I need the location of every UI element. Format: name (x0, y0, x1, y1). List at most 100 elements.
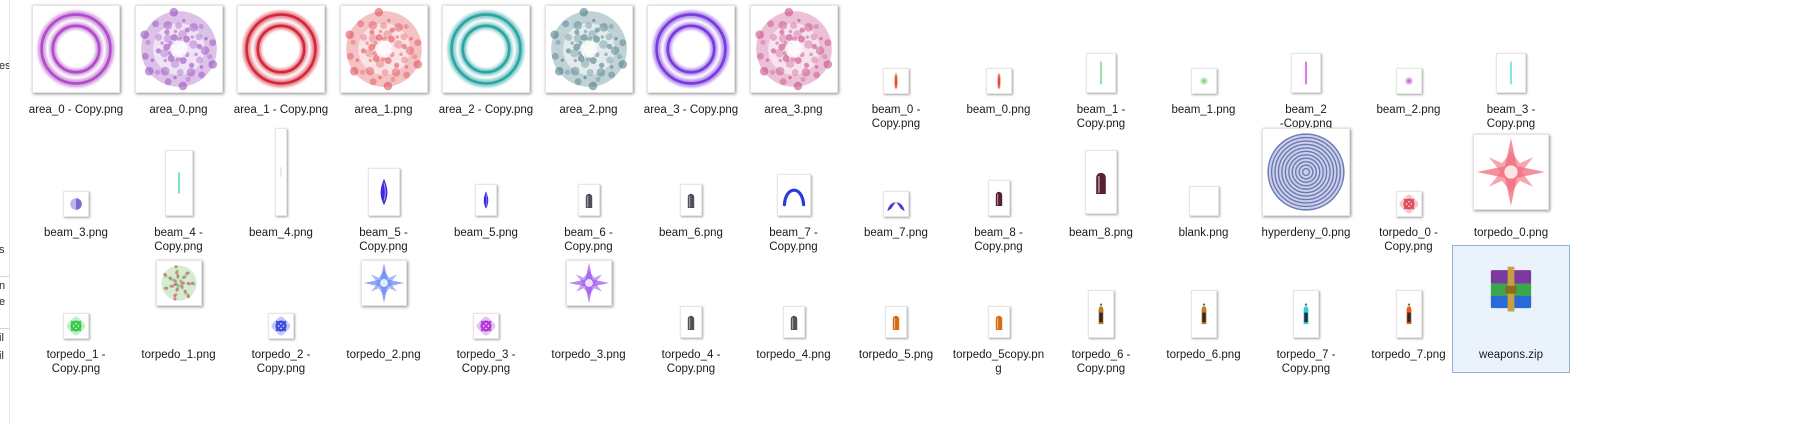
area-swirl-icon (134, 5, 223, 93)
file-item[interactable]: beam_3.png (17, 123, 135, 251)
file-name-label: area_1 - Copy.png (233, 104, 329, 116)
file-name-label: torpedo_2.png (346, 349, 421, 361)
file-item[interactable]: torpedo_3 - Copy.png (427, 245, 545, 375)
file-item[interactable]: beam_5.png (427, 123, 545, 251)
file-name-label: blank.png (1178, 227, 1229, 239)
file-item[interactable]: area_1 - Copy.png (222, 0, 340, 128)
file-item[interactable]: hyperdeny_0.png (1247, 123, 1365, 251)
file-item[interactable]: beam_2 -Copy.png (1247, 0, 1365, 130)
nav-item-fragment[interactable]: es (0, 60, 9, 72)
file-name-label: beam_5.png (454, 227, 518, 239)
torpedo-burst-icon (155, 260, 202, 306)
beam-line-icon (164, 150, 193, 216)
file-name-label: area_0 - Copy.png (28, 104, 124, 116)
area-ring-icon (32, 5, 120, 93)
file-item[interactable]: area_2.png (530, 0, 648, 128)
navigation-pane: es s ne il il (0, 0, 10, 424)
file-item[interactable]: blank.png (1145, 123, 1263, 251)
area-ring-icon (647, 5, 735, 93)
file-item[interactable]: beam_1 - Copy.png (1042, 0, 1160, 130)
blank-icon (1188, 186, 1219, 216)
file-item[interactable]: torpedo_1.png (120, 245, 238, 373)
area-ring-icon (237, 5, 325, 93)
beam-line-icon (1086, 53, 1116, 93)
file-name-label: beam_2.png (1376, 104, 1441, 116)
file-item[interactable]: beam_7.png (837, 123, 955, 251)
nav-divider (0, 328, 9, 329)
file-item[interactable]: beam_7 - Copy.png (735, 123, 853, 253)
file-name-label: beam_8.png (1069, 227, 1133, 239)
bullet-icon (680, 184, 702, 216)
file-item[interactable]: torpedo_0.png (1452, 123, 1570, 251)
beam-streak-icon (883, 68, 909, 94)
file-name-label: beam_4.png (249, 227, 313, 239)
file-item[interactable]: torpedo_7.png (1350, 245, 1468, 373)
file-name-label: torpedo_6 - Copy.png (1071, 349, 1131, 375)
bullet-icon (1085, 150, 1117, 214)
bullet-icon (987, 306, 1010, 338)
file-name-label: torpedo_7 - Copy.png (1276, 349, 1336, 375)
file-name-label: torpedo_3.png (551, 349, 626, 361)
file-item[interactable]: area_0 - Copy.png (17, 0, 135, 128)
file-item[interactable]: beam_8 - Copy.png (940, 123, 1058, 253)
file-item[interactable]: torpedo_2.png (325, 245, 443, 373)
file-name-label: torpedo_4 - Copy.png (661, 349, 721, 375)
file-name-label: torpedo_1.png (141, 349, 216, 361)
beam-dot-icon (1395, 68, 1422, 94)
file-item[interactable]: beam_2.png (1350, 0, 1468, 128)
file-item[interactable]: beam_6.png (632, 123, 750, 251)
file-item[interactable]: weapons.zip (1452, 245, 1570, 373)
nav-item-fragment[interactable]: e (0, 296, 5, 308)
file-item[interactable]: torpedo_0 - Copy.png (1350, 123, 1468, 253)
file-item[interactable]: beam_4.png (222, 123, 340, 251)
file-item[interactable]: beam_8.png (1042, 123, 1160, 251)
file-item[interactable]: area_1.png (325, 0, 443, 128)
file-item[interactable]: torpedo_6.png (1145, 245, 1263, 373)
beam-arc-icon (776, 174, 811, 216)
beam-line-icon (1291, 53, 1321, 93)
bullet-icon (782, 306, 805, 338)
file-item[interactable]: beam_5 - Copy.png (325, 123, 443, 253)
bullet-icon (577, 184, 600, 216)
file-item[interactable]: torpedo_4 - Copy.png (632, 245, 750, 375)
file-name-label: area_0.png (149, 104, 208, 116)
area-swirl-icon (749, 5, 838, 93)
nav-item-fragment[interactable]: s (0, 244, 5, 256)
file-item[interactable]: torpedo_5.png (837, 245, 955, 373)
beam-long-icon (275, 128, 287, 216)
area-ring-icon (442, 5, 530, 93)
file-name-label: weapons.zip (1479, 349, 1543, 361)
file-item[interactable]: beam_3 - Copy.png (1452, 0, 1570, 130)
file-item[interactable]: torpedo_1 - Copy.png (17, 245, 135, 375)
nav-item-fragment[interactable]: il (0, 332, 4, 344)
file-item[interactable]: beam_0 - Copy.png (837, 0, 955, 130)
file-name-label: beam_7.png (864, 227, 928, 239)
file-item[interactable]: torpedo_4.png (735, 245, 853, 373)
file-item[interactable]: torpedo_7 - Copy.png (1247, 245, 1365, 375)
file-item[interactable]: torpedo_3.png (530, 245, 648, 373)
file-name-label: area_2 - Copy.png (438, 104, 534, 116)
bullet-icon (885, 306, 907, 338)
beam-drop-icon (367, 168, 400, 216)
bullet-icon (680, 306, 702, 338)
beam-line-icon (1496, 53, 1526, 93)
file-item[interactable]: beam_1.png (1145, 0, 1263, 128)
torpedo-knot-icon (268, 313, 294, 339)
file-item[interactable]: torpedo_6 - Copy.png (1042, 245, 1160, 375)
file-name-label: area_3.png (764, 104, 823, 116)
file-item[interactable]: area_0.png (120, 0, 238, 128)
nav-item-fragment[interactable]: n (0, 280, 5, 292)
file-item[interactable]: area_3.png (735, 0, 853, 128)
file-item[interactable]: torpedo_2 - Copy.png (222, 245, 340, 375)
file-item[interactable]: beam_0.png (940, 0, 1058, 128)
file-item[interactable]: beam_6 - Copy.png (530, 123, 648, 253)
bullet-icon (987, 180, 1010, 216)
file-item[interactable]: area_3 - Copy.png (632, 0, 750, 128)
nav-item-fragment[interactable]: il (0, 350, 4, 362)
file-item[interactable]: torpedo_5copy.pn g (940, 245, 1058, 375)
file-name-label: torpedo_4.png (756, 349, 831, 361)
file-item[interactable]: beam_4 - Copy.png (120, 123, 238, 253)
file-name-label: torpedo_5copy.pn g (952, 349, 1045, 375)
beam-orb-icon (63, 191, 89, 217)
file-item[interactable]: area_2 - Copy.png (427, 0, 545, 128)
